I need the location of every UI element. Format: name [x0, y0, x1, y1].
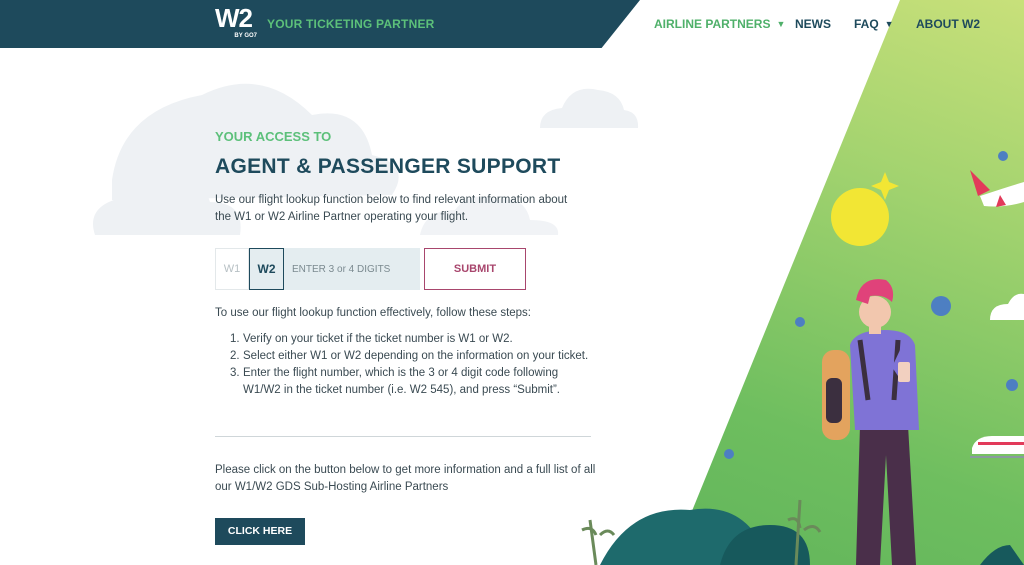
list-item: 3. Enter the flight number, which is the … — [215, 365, 595, 399]
eyebrow-text: YOUR ACCESS TO — [215, 129, 332, 144]
nav-label: NEWS — [795, 17, 831, 31]
nav-airline-partners[interactable]: AIRLINE PARTNERS ▼ — [654, 17, 785, 31]
step-text: Enter the flight number, which is the 3 … — [243, 367, 561, 396]
step-number: 2. — [230, 350, 240, 362]
nav-about-w2[interactable]: ABOUT W2 — [916, 17, 980, 31]
nav-news[interactable]: NEWS — [795, 17, 831, 31]
section-divider — [215, 436, 591, 437]
airplane-icon — [970, 170, 1024, 207]
chevron-down-icon: ▼ — [776, 19, 786, 29]
list-item: 1. Verify on your ticket if the ticket nu… — [215, 331, 595, 348]
logo-subtext: BY GO7 — [234, 33, 257, 39]
steps-intro-text: To use our flight lookup function effect… — [215, 307, 532, 319]
step-text: Select either W1 or W2 depending on the … — [243, 350, 589, 362]
sun-icon — [831, 188, 889, 246]
cloud-icon — [990, 293, 1024, 320]
click-here-button[interactable]: CLICK HERE — [215, 518, 305, 545]
traveler-illustration — [581, 151, 1024, 565]
more-info-text: Please click on the button below to get … — [215, 464, 596, 493]
list-item: 2. Select either W1 or W2 depending on th… — [215, 348, 595, 365]
header-tagline: YOUR TICKETING PARTNER — [267, 17, 435, 31]
page-title: AGENT & PASSENGER SUPPORT — [215, 155, 561, 178]
w2-toggle-button[interactable]: W2 — [249, 248, 284, 290]
step-number: 1. — [230, 333, 240, 345]
step-text: Verify on your ticket if the ticket numb… — [243, 333, 513, 345]
logo-text: W2 — [215, 3, 253, 33]
intro-text: Use our flight lookup function below to … — [215, 194, 568, 223]
w2-logo[interactable]: W2 BY GO7 — [215, 4, 263, 42]
w1-toggle-button[interactable]: W1 — [215, 248, 249, 290]
train-icon — [970, 436, 1024, 458]
traveler-person-icon — [822, 279, 919, 565]
nav-label: AIRLINE PARTNERS — [654, 17, 771, 31]
steps-list: 1. Verify on your ticket if the ticket nu… — [215, 331, 595, 399]
flight-number-input[interactable] — [284, 248, 420, 290]
nav-label: FAQ — [854, 17, 879, 31]
submit-button[interactable]: SUBMIT — [424, 248, 526, 290]
nav-faq[interactable]: FAQ ▼ — [854, 17, 894, 31]
nav-label: ABOUT W2 — [916, 17, 980, 31]
step-number: 3. — [230, 367, 240, 379]
chevron-down-icon: ▼ — [884, 19, 894, 29]
